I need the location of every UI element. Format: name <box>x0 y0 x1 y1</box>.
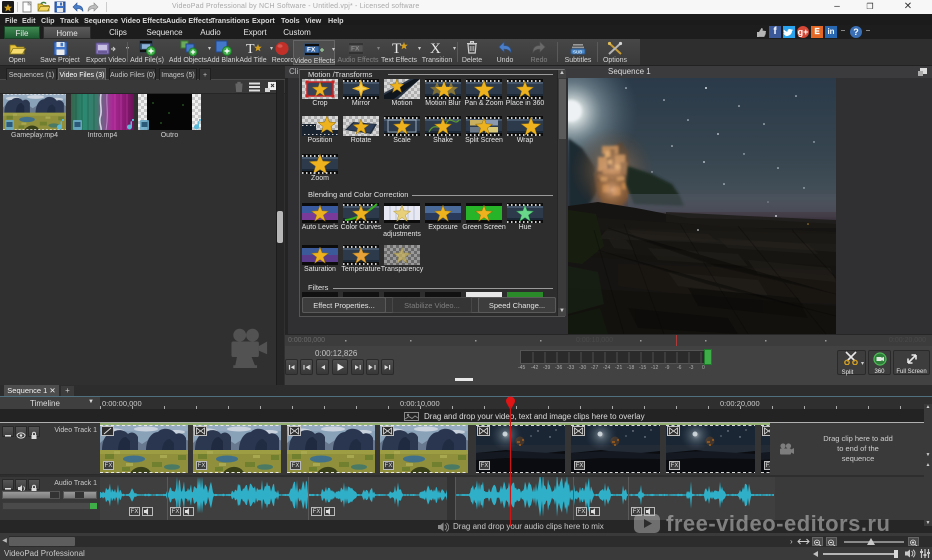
svg-text:X: X <box>430 41 441 55</box>
svg-text:T: T <box>246 42 255 56</box>
svg-text:FX: FX <box>351 46 360 53</box>
svg-text:FX: FX <box>307 47 316 54</box>
svg-text:T: T <box>392 41 401 55</box>
svg-text:SUB: SUB <box>573 50 582 55</box>
